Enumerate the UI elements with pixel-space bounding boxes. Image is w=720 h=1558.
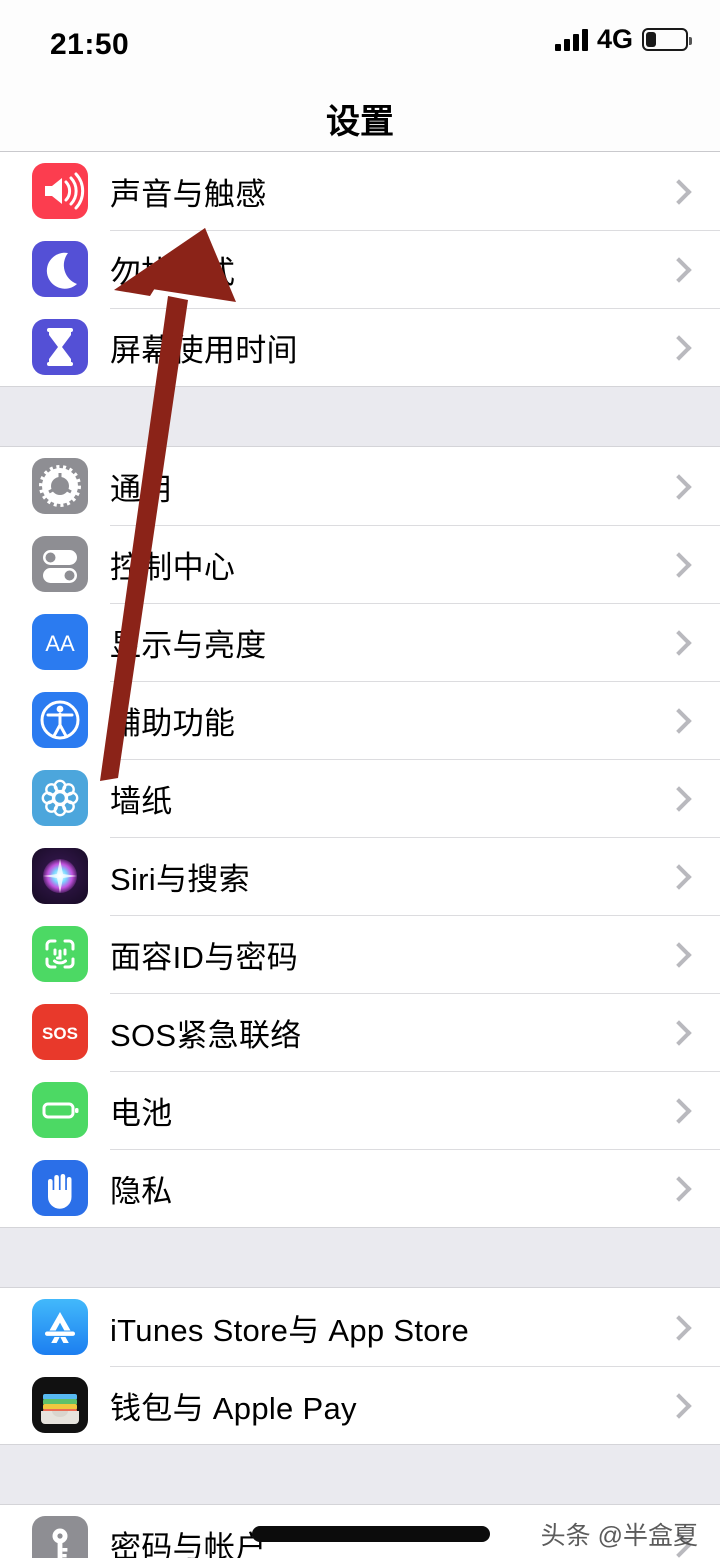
chevron-right-icon	[670, 339, 686, 355]
chevron-right-icon	[670, 1319, 686, 1335]
settings-row[interactable]: iTunes Store与 App Store	[0, 1288, 720, 1366]
settings-row-label: 隐私	[110, 1173, 173, 1209]
passwords-accounts-key-icon	[32, 1516, 88, 1558]
settings-row[interactable]: 勿扰模式	[0, 230, 720, 308]
face-id-icon	[32, 926, 88, 982]
black-redaction-bar	[252, 1526, 490, 1542]
chevron-right-icon	[670, 1024, 686, 1040]
section-gap	[0, 1227, 720, 1288]
chevron-right-icon	[670, 868, 686, 884]
display-brightness-aa-icon: AA	[32, 614, 88, 670]
carrier-network-label: 4G	[596, 24, 633, 54]
status-time: 21:50	[50, 28, 130, 61]
chevron-right-icon	[670, 634, 686, 650]
chevron-right-icon	[670, 790, 686, 806]
battery-low-icon	[642, 28, 692, 51]
settings-group: iTunes Store与 App Store 钱包与 Apple Pay	[0, 1288, 720, 1444]
do-not-disturb-moon-icon	[32, 241, 88, 297]
svg-text:SOS: SOS	[42, 1024, 78, 1043]
svg-text:AA: AA	[45, 631, 75, 656]
settings-row-label: Siri与搜索	[110, 861, 250, 897]
settings-row[interactable]: 面容ID与密码	[0, 915, 720, 993]
settings-row[interactable]: 钱包与 Apple Pay	[0, 1366, 720, 1444]
wallet-apple-pay-icon	[32, 1377, 88, 1433]
settings-row[interactable]: 通用	[0, 447, 720, 525]
settings-row[interactable]: 声音与触感	[0, 152, 720, 230]
watermark-text: 头条 @半盒夏	[540, 1522, 698, 1550]
section-gap	[0, 1444, 720, 1505]
settings-row-label: 声音与触感	[110, 176, 267, 212]
status-bar-right-cluster: 4G	[554, 24, 692, 54]
settings-row-label: 面容ID与密码	[110, 939, 299, 975]
settings-row[interactable]: 电池	[0, 1071, 720, 1149]
settings-row[interactable]: 辅助功能	[0, 681, 720, 759]
settings-row[interactable]: AA 显示与亮度	[0, 603, 720, 681]
privacy-hand-icon	[32, 1160, 88, 1216]
chevron-right-icon	[670, 1180, 686, 1196]
chevron-right-icon	[670, 183, 686, 199]
settings-group: 通用 控制中心 AA 显示与亮度 辅助功能 墙纸 Siri与搜索 面容ID与密码…	[0, 447, 720, 1227]
settings-list[interactable]: 声音与触感 勿扰模式 屏幕使用时间 通用 控制中心 AA 显示与亮度 辅助功能 …	[0, 152, 720, 1558]
emergency-sos-icon: SOS	[32, 1004, 88, 1060]
chevron-right-icon	[670, 712, 686, 728]
chevron-right-icon	[670, 1102, 686, 1118]
chevron-right-icon	[670, 1397, 686, 1413]
chevron-right-icon	[670, 478, 686, 494]
page-title: 设置	[326, 103, 394, 141]
chevron-right-icon	[670, 556, 686, 572]
settings-group: 声音与触感 勿扰模式 屏幕使用时间	[0, 152, 720, 386]
settings-row[interactable]: 控制中心	[0, 525, 720, 603]
app-store-icon	[32, 1299, 88, 1355]
signal-bars-icon	[554, 28, 588, 51]
screen-time-hourglass-icon	[32, 319, 88, 375]
settings-row-label: SOS紧急联络	[110, 1017, 302, 1053]
settings-row-label: 显示与亮度	[110, 627, 267, 663]
settings-row-label: 辅助功能	[110, 705, 236, 741]
chevron-right-icon	[670, 261, 686, 277]
settings-row-label: 电池	[110, 1095, 173, 1131]
settings-row-label: 屏幕使用时间	[110, 332, 298, 368]
settings-row[interactable]: SOS SOS紧急联络	[0, 993, 720, 1071]
settings-row[interactable]: 隐私	[0, 1149, 720, 1227]
status-bar: 21:50 4G	[0, 0, 720, 76]
settings-row[interactable]: 屏幕使用时间	[0, 308, 720, 386]
sound-haptics-icon	[32, 163, 88, 219]
settings-row[interactable]: 墙纸	[0, 759, 720, 837]
wallpaper-flower-icon	[32, 770, 88, 826]
siri-orb-icon	[32, 848, 88, 904]
settings-row-label: 通用	[110, 471, 173, 507]
settings-row[interactable]: Siri与搜索	[0, 837, 720, 915]
general-gear-icon	[32, 458, 88, 514]
settings-row-label: 勿扰模式	[110, 254, 236, 290]
navigation-bar: 设置	[0, 76, 720, 152]
accessibility-icon	[32, 692, 88, 748]
battery-settings-icon	[32, 1082, 88, 1138]
settings-row-label: iTunes Store与 App Store	[110, 1312, 469, 1348]
chevron-right-icon	[670, 946, 686, 962]
settings-row-label: 钱包与 Apple Pay	[110, 1390, 357, 1426]
settings-row-label: 控制中心	[110, 549, 236, 585]
section-gap	[0, 386, 720, 447]
settings-row-label: 墙纸	[110, 783, 173, 819]
settings-row-label: 密码与帐户	[110, 1529, 267, 1558]
control-center-toggles-icon	[32, 536, 88, 592]
iphone-settings-screen: 21:50 4G 设置 声音与触感 勿扰模式 屏幕使用时间 通用 控制中心 AA…	[0, 0, 720, 1558]
